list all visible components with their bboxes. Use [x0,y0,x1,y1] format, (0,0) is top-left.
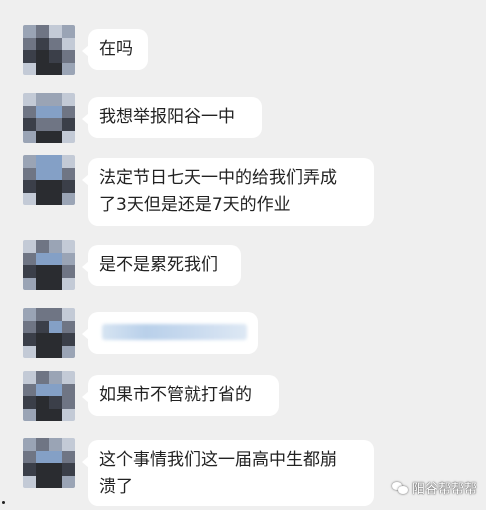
redacted-message-bubble[interactable] [82,312,258,354]
message-bubble[interactable]: 是不是累死我们 [82,245,241,286]
message-text-line: 了3天但是还是7天的作业 [99,195,291,215]
blurred-content [102,324,247,340]
message-text: 如果市不管就打省的 [99,385,252,405]
message-text: 我想举报阳谷一中 [99,107,235,127]
message-bubble[interactable]: 如果市不管就打省的 [82,375,279,416]
message-text-line: 这个事情我们这一届高中生都崩 [99,450,337,470]
sender-avatar[interactable] [23,25,75,75]
message-bubble[interactable]: 在吗 [82,29,148,70]
message-text: 是不是累死我们 [99,255,218,275]
watermark: 阳谷帮帮帮 [391,478,477,497]
sender-avatar[interactable] [23,155,75,205]
message-text: 在吗 [99,39,133,59]
sender-avatar[interactable] [23,93,75,143]
message-bubble[interactable]: 法定节日七天一中的给我们弄成 了3天但是还是7天的作业 [82,158,374,226]
sender-avatar[interactable] [23,438,75,488]
wechat-icon [391,481,408,495]
message-bubble[interactable]: 我想举报阳谷一中 [82,97,262,138]
message-bubble[interactable]: 这个事情我们这一届高中生都崩 溃了 [82,440,374,506]
sender-avatar[interactable] [23,240,75,290]
chat-window: 在吗 我想举报阳谷一中 法定节日七天一中的给我们弄成 了3天但是还是7天的作业 … [0,0,486,510]
sender-avatar[interactable] [23,371,75,421]
sender-avatar[interactable] [23,308,75,358]
message-text-line: 溃了 [99,477,133,497]
watermark-label: 阳谷帮帮帮 [411,482,477,497]
message-text-line: 法定节日七天一中的给我们弄成 [99,168,337,188]
stray-dot [2,501,5,504]
